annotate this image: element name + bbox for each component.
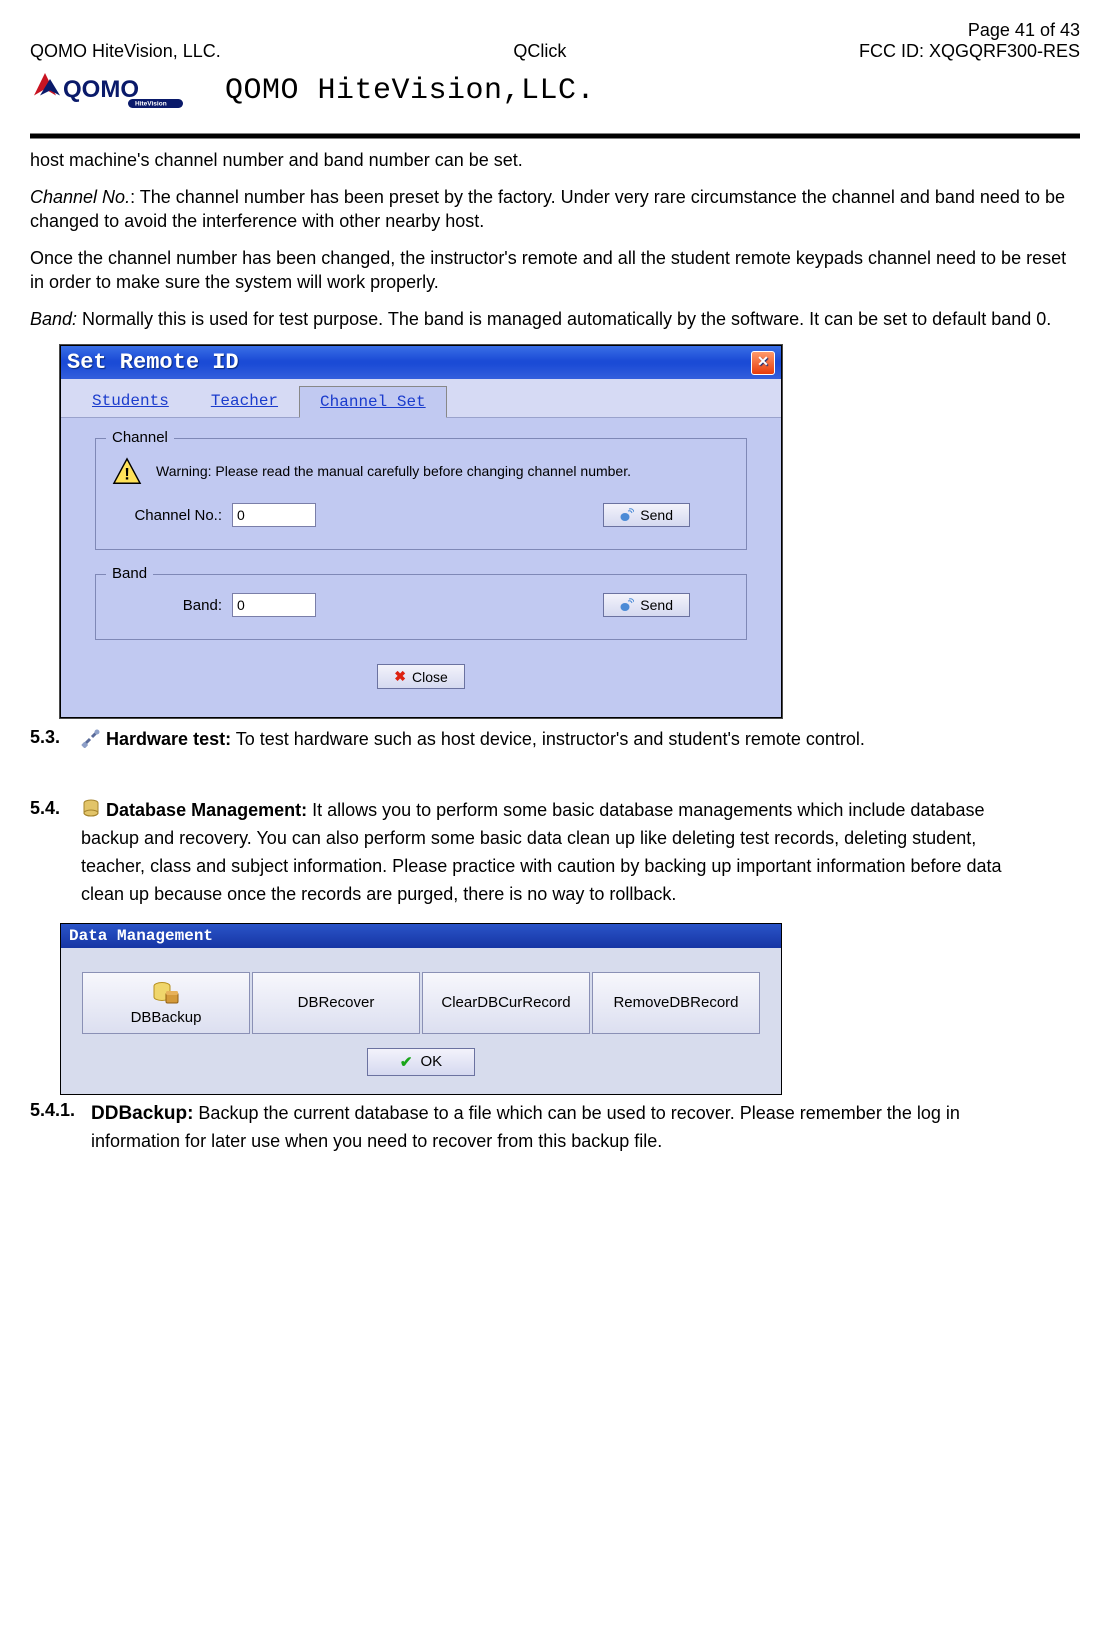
band-label: Band: (112, 597, 222, 614)
tab-teacher[interactable]: Teacher (190, 385, 299, 417)
svg-text:HiteVision: HiteVision (135, 101, 167, 108)
sec-title-5-4: Database Management: (106, 800, 307, 820)
header-center: QClick (513, 41, 566, 62)
channel-no-label: Channel No.: (112, 507, 222, 524)
label-band: Band: (30, 309, 77, 329)
paragraph-reset: Once the channel number has been changed… (30, 247, 1080, 294)
tab-channel-set[interactable]: Channel Set (299, 386, 447, 418)
tab-students[interactable]: Students (71, 385, 190, 417)
set-remote-id-window: Set Remote ID ✕ Students Teacher Channel… (60, 345, 782, 718)
check-icon: ✔ (400, 1053, 413, 1071)
page-number: Page 41 of 43 (30, 20, 1080, 41)
removedbrecord-button[interactable]: RemoveDBRecord (592, 972, 760, 1034)
band-input[interactable] (232, 593, 316, 617)
tabs-row: Students Teacher Channel Set (61, 379, 781, 418)
qomo-logo: QOMO HiteVision (30, 68, 205, 113)
tools-icon (81, 728, 101, 748)
database-icon (81, 799, 101, 819)
text-channel-no: : The channel number has been preset by … (30, 187, 1065, 230)
divider (30, 123, 1080, 129)
dbbackup-button[interactable]: DBBackup (82, 972, 250, 1034)
logo-row: QOMO HiteVision QOMO HiteVision,LLC. (30, 68, 1080, 113)
header-right: FCC ID: XQGQRF300-RES (859, 41, 1080, 62)
close-button[interactable]: ✖ Close (377, 664, 465, 689)
send-label: Send (640, 507, 673, 523)
label-channel-no: Channel No. (30, 187, 130, 207)
ok-button[interactable]: ✔ OK (367, 1048, 475, 1076)
svg-text:QOMO: QOMO (63, 76, 139, 103)
sec-title-5-3: Hardware test: (106, 729, 231, 749)
sec-num-5-3: 5.3. (30, 726, 76, 749)
channel-groupbox: Channel ! Warning: Please read the manua… (95, 438, 747, 550)
header-left: QOMO HiteVision, LLC. (30, 41, 221, 62)
ok-label: OK (420, 1053, 442, 1070)
paragraph-band: Band: Normally this is used for test pur… (30, 308, 1080, 331)
company-title: QOMO HiteVision,LLC. (225, 74, 595, 108)
titlebar-2: Data Management (61, 924, 781, 948)
data-management-window: Data Management DBBackup DBRecover Clear… (60, 923, 782, 1095)
dbbackup-icon (152, 979, 180, 1007)
band-groupbox: Band Band: Send (95, 574, 747, 640)
dbbackup-label: DBBackup (131, 1009, 202, 1026)
sec-body-5-4-1: Backup the current database to a file wh… (91, 1103, 960, 1151)
warning-text: Warning: Please read the manual carefull… (156, 463, 631, 479)
send-icon (620, 508, 634, 522)
paragraph-host: host machine's channel number and band n… (30, 149, 1080, 172)
send-band-button[interactable]: Send (603, 593, 690, 617)
sec-body-5-3: To test hardware such as host device, in… (231, 729, 865, 749)
close-icon[interactable]: ✕ (751, 351, 775, 375)
paragraph-channel-no: Channel No.: The channel number has been… (30, 186, 1080, 233)
svg-text:!: ! (124, 465, 130, 484)
channel-group-label: Channel (106, 429, 174, 446)
send-icon (620, 598, 634, 612)
section-5-4: 5.4. Database Management: It allows you … (30, 797, 1080, 909)
dbrecover-button[interactable]: DBRecover (252, 972, 420, 1034)
text-band: Normally this is used for test purpose. … (77, 309, 1051, 329)
band-group-label: Band (106, 565, 153, 582)
sec-title-5-4-1: DDBackup: (91, 1103, 193, 1124)
sec-num-5-4-1: 5.4.1. (30, 1099, 86, 1122)
send-channel-button[interactable]: Send (603, 503, 690, 527)
section-5-3: 5.3. Hardware test: To test hardware suc… (30, 726, 1080, 754)
header-row: QOMO HiteVision, LLC. QClick FCC ID: XQG… (30, 41, 1080, 62)
close-label: Close (412, 669, 448, 685)
warning-icon: ! (112, 457, 142, 485)
section-5-4-1: 5.4.1. DDBackup: Backup the current data… (30, 1099, 1080, 1156)
cleardbcurrecord-button[interactable]: ClearDBCurRecord (422, 972, 590, 1034)
titlebar: Set Remote ID ✕ (61, 346, 781, 379)
send-label: Send (640, 597, 673, 613)
window-title: Set Remote ID (67, 350, 239, 375)
sec-num-5-4: 5.4. (30, 797, 76, 820)
channel-no-input[interactable] (232, 503, 316, 527)
close-x-icon: ✖ (394, 668, 406, 685)
